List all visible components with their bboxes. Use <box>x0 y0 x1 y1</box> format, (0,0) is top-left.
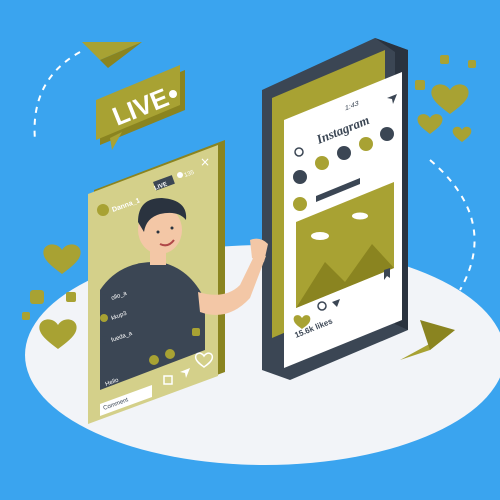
dashed-path-right <box>429 159 476 291</box>
thumb-icon <box>468 60 476 68</box>
eye-icon <box>177 172 183 178</box>
story-avatar[interactable] <box>380 127 394 141</box>
thumb-icon <box>66 292 76 302</box>
thumb-icon <box>440 55 449 64</box>
post-avatar[interactable] <box>293 197 307 211</box>
streamer-avatar[interactable] <box>97 204 109 216</box>
live-streaming-illustration: LIVE 1:43 Instagram 15.6k likes Danna_1 … <box>22 38 500 465</box>
dashed-path-left <box>33 51 81 141</box>
illustration: LIVE 1:43 Instagram 15.6k likes Danna_1 … <box>0 0 500 500</box>
story-avatar[interactable] <box>293 170 307 184</box>
comment-avatar <box>100 294 108 302</box>
heart-icon <box>43 244 81 274</box>
emoji-icon[interactable] <box>165 349 175 359</box>
comment-avatar <box>100 336 108 344</box>
smartphone: 1:43 Instagram 15.6k likes <box>262 38 408 380</box>
story-avatar[interactable] <box>359 137 373 151</box>
floating-hearts-right <box>415 55 476 142</box>
live-dot-icon <box>169 90 177 98</box>
story-avatar[interactable] <box>315 156 329 170</box>
comment-avatar <box>100 314 108 322</box>
heart-icon <box>452 126 472 142</box>
heart-icon <box>431 84 469 114</box>
story-avatar[interactable] <box>337 146 351 160</box>
emoji-icon[interactable] <box>149 355 159 365</box>
live-badge: LIVE <box>96 65 185 150</box>
thumb-icon <box>22 312 30 320</box>
heart-icon <box>417 114 443 134</box>
close-icon[interactable]: × <box>200 155 210 169</box>
paper-plane-top-icon <box>82 42 142 68</box>
like-thumb-icon[interactable] <box>192 328 200 336</box>
thumb-icon <box>415 80 425 90</box>
thumb-icon <box>30 290 44 304</box>
